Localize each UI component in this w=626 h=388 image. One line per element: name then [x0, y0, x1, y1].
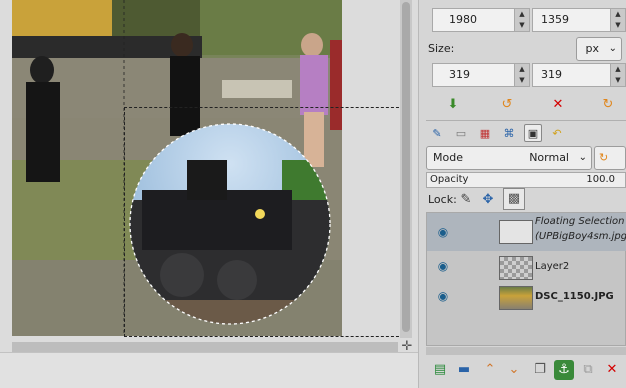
size-width-field[interactable]: 319 ▲ ▼ [432, 63, 530, 87]
layer-name: Floating Selection [535, 216, 625, 227]
layer-name-secondary: (UPBigBoy4sm.jpg [535, 231, 626, 242]
layer-actions-bar: ▤ ▬ ⌃ ⌄ ❐ ⚓ ⧉ ✕ [426, 358, 626, 384]
new-layer-icon[interactable]: ▤ [430, 360, 450, 380]
lower-layer-icon[interactable]: ⌄ [504, 360, 524, 380]
position-x-field[interactable]: 1980 ▲ ▼ [432, 8, 530, 32]
lock-pixels-icon[interactable]: ✎ [458, 190, 474, 210]
position-x-stepper-icon[interactable]: ▲ ▼ [514, 9, 529, 31]
layers-list-scrollbar[interactable] [426, 347, 626, 355]
mode-select[interactable]: Mode Normal ⌄ [426, 146, 592, 170]
save-options-icon[interactable]: ⬇ [443, 95, 463, 115]
layers-tab-icon[interactable]: ▭ [452, 124, 470, 142]
size-height-stepper-icon[interactable]: ▲ ▼ [610, 64, 625, 86]
new-layer-group-icon[interactable]: ▬ [454, 360, 474, 380]
position-y-stepper-icon[interactable]: ▲ ▼ [610, 9, 625, 31]
merge-down-icon[interactable]: ⧉ [578, 360, 598, 380]
layer-row[interactable]: ◉ Layer2 [427, 251, 626, 283]
delete-options-icon[interactable]: ✕ [548, 95, 568, 115]
composite-mode-select[interactable]: ↻ [594, 146, 626, 170]
size-width-value: 319 [449, 68, 470, 81]
lock-label: Lock: [428, 193, 457, 206]
horizontal-scrollbar[interactable] [12, 342, 398, 352]
opacity-slider[interactable]: Opacity 100.0 [426, 172, 626, 188]
layers-list[interactable]: ◉ Floating Selection (UPBigBoy4sm.jpg ◉ … [426, 212, 626, 346]
layer-row[interactable]: ◉ DSC_1150.JPG [427, 281, 626, 313]
opacity-label: Opacity [430, 174, 469, 185]
size-height-field[interactable]: 319 ▲ ▼ [532, 63, 626, 87]
restore-options-icon[interactable]: ↺ [497, 95, 517, 115]
layer-name: Layer2 [535, 261, 570, 272]
vertical-scrollbar-thumb[interactable] [402, 2, 410, 332]
size-width-stepper-icon[interactable]: ▲ ▼ [514, 64, 529, 86]
opacity-value: 100.0 [586, 174, 615, 185]
lock-alpha-icon[interactable]: ▩ [503, 188, 525, 210]
canvas-status-strip [0, 352, 418, 388]
panel-separator [426, 120, 626, 121]
eye-icon[interactable]: ◉ [435, 259, 451, 273]
lock-position-icon[interactable]: ✥ [480, 190, 496, 210]
mode-value: Normal [529, 151, 569, 164]
size-unit-select[interactable]: px ⌄ [576, 37, 622, 61]
images-tab-icon[interactable]: ▣ [524, 124, 542, 142]
layer-row[interactable]: ◉ Floating Selection (UPBigBoy4sm.jpg [427, 213, 626, 251]
size-unit-value: px [585, 42, 600, 55]
tool-options-tab-icon[interactable]: ✎ [428, 124, 446, 142]
position-x-value: 1980 [449, 13, 477, 26]
layer-boundary [124, 107, 404, 337]
composite-mode-icon: ↻ [599, 151, 609, 164]
reset-options-icon[interactable]: ↻ [598, 95, 618, 115]
brushes-tab-icon[interactable]: ▦ [476, 124, 494, 142]
patterns-tab-icon[interactable]: ⌘ [500, 124, 518, 142]
mode-label: Mode [433, 151, 463, 164]
chevron-down-icon: ⌄ [578, 152, 587, 163]
eye-icon[interactable]: ◉ [435, 289, 451, 303]
eye-icon[interactable]: ◉ [435, 225, 451, 239]
photo-thumbnail [499, 286, 533, 310]
chevron-down-icon: ⌄ [608, 43, 617, 54]
size-height-value: 319 [541, 68, 562, 81]
layer-name: DSC_1150.JPG [535, 291, 614, 302]
raise-layer-icon[interactable]: ⌃ [480, 360, 500, 380]
delete-layer-icon[interactable]: ✕ [602, 360, 622, 380]
size-label: Size: [428, 42, 455, 55]
anchor-layer-icon[interactable]: ⚓ [554, 360, 574, 380]
position-y-value: 1359 [541, 13, 569, 26]
undo-history-tab-icon[interactable]: ↶ [548, 124, 566, 142]
duplicate-layer-icon[interactable]: ❐ [530, 360, 550, 380]
layer2-thumbnail [499, 256, 533, 280]
floating-selection-thumbnail [499, 220, 533, 244]
position-y-field[interactable]: 1359 ▲ ▼ [532, 8, 626, 32]
